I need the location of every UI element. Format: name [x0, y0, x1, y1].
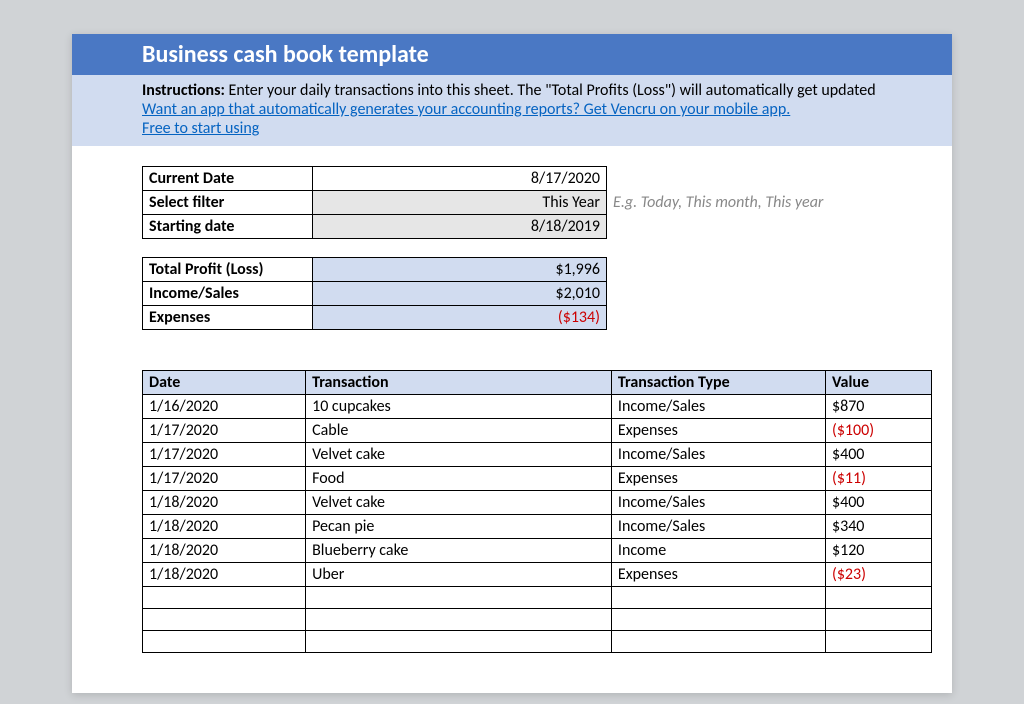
header-date: Date [143, 371, 306, 395]
info-table: Current Date 8/17/2020 Select filter Thi… [142, 166, 830, 239]
tx-date[interactable] [143, 609, 306, 631]
spreadsheet-page: Business cash book template Instructions… [72, 34, 952, 693]
tx-header-row: Date Transaction Transaction Type Value [143, 371, 932, 395]
tx-transaction[interactable]: Uber [306, 563, 612, 587]
starting-date-value[interactable]: 8/18/2019 [313, 215, 607, 239]
tx-type[interactable]: Income/Sales [611, 443, 825, 467]
select-filter-row: Select filter This Year E.g. Today, This… [143, 191, 830, 215]
table-row[interactable]: 1/17/2020CableExpenses($100) [143, 419, 932, 443]
table-row-empty[interactable] [143, 631, 932, 653]
current-date-label: Current Date [143, 167, 313, 191]
tx-value[interactable] [825, 587, 931, 609]
header-transaction: Transaction [306, 371, 612, 395]
table-row[interactable]: 1/18/2020Velvet cakeIncome/Sales$400 [143, 491, 932, 515]
promo-link-1[interactable]: Want an app that automatically generates… [142, 100, 790, 119]
header-type: Transaction Type [611, 371, 825, 395]
tx-transaction[interactable]: Blueberry cake [306, 539, 612, 563]
total-profit-label: Total Profit (Loss) [143, 258, 313, 282]
tx-transaction[interactable] [306, 609, 612, 631]
tx-date[interactable]: 1/18/2020 [143, 515, 306, 539]
select-filter-value[interactable]: This Year [313, 191, 607, 215]
current-date-value[interactable]: 8/17/2020 [313, 167, 607, 191]
tx-transaction[interactable] [306, 631, 612, 653]
expenses-label: Expenses [143, 306, 313, 330]
table-row[interactable]: 1/17/2020FoodExpenses($11) [143, 467, 932, 491]
tx-transaction[interactable]: Velvet cake [306, 443, 612, 467]
starting-date-label: Starting date [143, 215, 313, 239]
tx-type[interactable]: Expenses [611, 467, 825, 491]
tx-value[interactable]: $870 [825, 395, 931, 419]
summary-table: Total Profit (Loss) $1,996 Income/Sales … [142, 257, 607, 330]
instructions-label: Instructions: [142, 81, 229, 100]
tx-value[interactable]: ($23) [825, 563, 931, 587]
tx-value[interactable]: $400 [825, 491, 931, 515]
promo-link-2[interactable]: Free to start using [142, 119, 259, 138]
tx-transaction[interactable]: 10 cupcakes [306, 395, 612, 419]
tx-transaction[interactable]: Cable [306, 419, 612, 443]
tx-transaction[interactable]: Pecan pie [306, 515, 612, 539]
tx-type[interactable]: Expenses [611, 419, 825, 443]
select-filter-label: Select filter [143, 191, 313, 215]
tx-transaction[interactable]: Velvet cake [306, 491, 612, 515]
tx-value[interactable]: $340 [825, 515, 931, 539]
instructions-text: Enter your daily transactions into this … [229, 81, 876, 100]
tx-type[interactable]: Income/Sales [611, 515, 825, 539]
tx-type[interactable] [611, 609, 825, 631]
tx-type[interactable]: Income/Sales [611, 491, 825, 515]
content-area: Current Date 8/17/2020 Select filter Thi… [72, 146, 952, 653]
tx-date[interactable]: 1/17/2020 [143, 467, 306, 491]
income-value: $2,010 [313, 282, 607, 306]
expenses-value: ($134) [313, 306, 607, 330]
tx-type[interactable]: Expenses [611, 563, 825, 587]
tx-transaction[interactable] [306, 587, 612, 609]
tx-type[interactable]: Income/Sales [611, 395, 825, 419]
tx-value[interactable]: $120 [825, 539, 931, 563]
table-row[interactable]: 1/17/2020Velvet cakeIncome/Sales$400 [143, 443, 932, 467]
table-row-empty[interactable] [143, 609, 932, 631]
tx-date[interactable]: 1/16/2020 [143, 395, 306, 419]
instructions-box: Instructions: Enter your daily transacti… [72, 75, 952, 146]
tx-date[interactable] [143, 587, 306, 609]
current-date-row: Current Date 8/17/2020 [143, 167, 830, 191]
tx-value[interactable] [825, 631, 931, 653]
tx-date[interactable]: 1/17/2020 [143, 419, 306, 443]
income-row: Income/Sales $2,010 [143, 282, 607, 306]
header-value: Value [825, 371, 931, 395]
table-row[interactable]: 1/18/2020UberExpenses($23) [143, 563, 932, 587]
tx-type[interactable] [611, 631, 825, 653]
select-filter-hint: E.g. Today, This month, This year [607, 191, 830, 215]
table-row-empty[interactable] [143, 587, 932, 609]
transactions-table: Date Transaction Transaction Type Value … [142, 370, 932, 653]
total-profit-row: Total Profit (Loss) $1,996 [143, 258, 607, 282]
tx-value[interactable]: ($100) [825, 419, 931, 443]
tx-date[interactable]: 1/18/2020 [143, 563, 306, 587]
tx-value[interactable]: $400 [825, 443, 931, 467]
tx-value[interactable]: ($11) [825, 467, 931, 491]
tx-type[interactable]: Income [611, 539, 825, 563]
page-title: Business cash book template [72, 34, 952, 75]
tx-transaction[interactable]: Food [306, 467, 612, 491]
tx-date[interactable] [143, 631, 306, 653]
tx-date[interactable]: 1/17/2020 [143, 443, 306, 467]
income-label: Income/Sales [143, 282, 313, 306]
expenses-row: Expenses ($134) [143, 306, 607, 330]
total-profit-value: $1,996 [313, 258, 607, 282]
tx-date[interactable]: 1/18/2020 [143, 491, 306, 515]
tx-date[interactable]: 1/18/2020 [143, 539, 306, 563]
tx-value[interactable] [825, 609, 931, 631]
table-row[interactable]: 1/16/202010 cupcakesIncome/Sales$870 [143, 395, 932, 419]
starting-date-row: Starting date 8/18/2019 [143, 215, 830, 239]
table-row[interactable]: 1/18/2020Pecan pieIncome/Sales$340 [143, 515, 932, 539]
table-row[interactable]: 1/18/2020Blueberry cakeIncome$120 [143, 539, 932, 563]
tx-type[interactable] [611, 587, 825, 609]
